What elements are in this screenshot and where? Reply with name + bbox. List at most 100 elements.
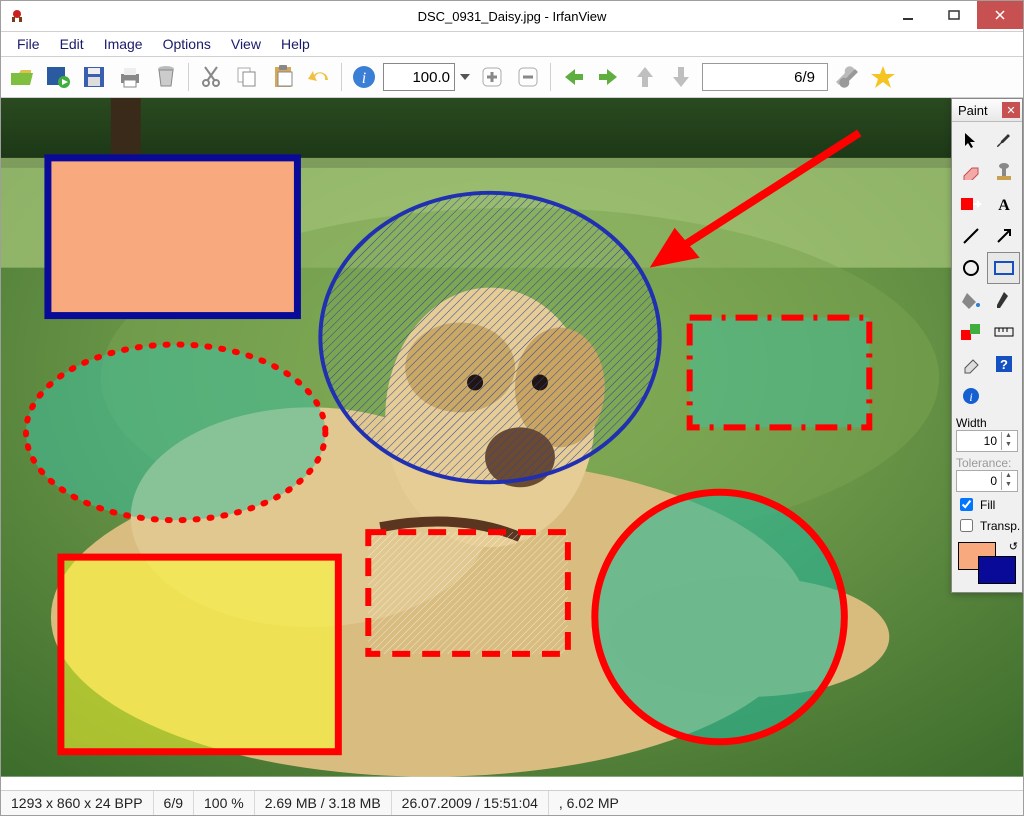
zoom-dropdown[interactable] bbox=[457, 63, 473, 91]
pen-icon bbox=[995, 290, 1013, 310]
annotation-circle-teal bbox=[595, 492, 845, 742]
status-zoom: 100 % bbox=[194, 791, 255, 815]
menu-help[interactable]: Help bbox=[273, 34, 318, 54]
window-title: DSC_0931_Daisy.jpg - IrfanView bbox=[1, 9, 1023, 24]
tool-eraser[interactable] bbox=[954, 156, 987, 188]
svg-text:i: i bbox=[969, 390, 972, 404]
swap-colors-icon bbox=[960, 322, 982, 342]
scissors-icon bbox=[200, 65, 222, 89]
delete-button[interactable] bbox=[149, 60, 183, 94]
menu-file[interactable]: File bbox=[9, 34, 48, 54]
tool-rotate[interactable] bbox=[954, 188, 987, 220]
slideshow-button[interactable] bbox=[41, 60, 75, 94]
cut-button[interactable] bbox=[194, 60, 228, 94]
color-swatches: ↺ bbox=[956, 540, 1018, 586]
svg-text:i: i bbox=[362, 70, 366, 87]
print-button[interactable] bbox=[113, 60, 147, 94]
chevron-down-icon bbox=[460, 74, 470, 80]
width-input[interactable] bbox=[957, 433, 1001, 449]
info-icon: i bbox=[351, 64, 377, 90]
transp-checkbox-row[interactable]: Transp. bbox=[952, 515, 1022, 536]
arrow-down-icon bbox=[670, 65, 692, 89]
annotation-rect-yellow bbox=[61, 557, 338, 752]
status-megapixels: , 6.02 MP bbox=[549, 791, 1023, 815]
image-index-input[interactable]: 6/9 bbox=[702, 63, 828, 91]
tool-fill[interactable] bbox=[954, 284, 987, 316]
paint-panel-close-button[interactable]: ✕ bbox=[1002, 102, 1020, 118]
wrench-icon bbox=[834, 64, 860, 90]
next-button[interactable] bbox=[592, 60, 626, 94]
tol-down[interactable]: ▼ bbox=[1001, 481, 1015, 490]
image-canvas-area[interactable]: Paint ✕ A ? i bbox=[1, 98, 1023, 790]
width-spinner[interactable]: ▲▼ bbox=[956, 430, 1018, 452]
arrow-up-icon bbox=[634, 65, 656, 89]
tool-text[interactable]: A bbox=[987, 188, 1020, 220]
tool-info[interactable]: i bbox=[954, 380, 987, 412]
fill-checkbox-row[interactable]: Fill bbox=[952, 494, 1022, 515]
status-bar: 1293 x 860 x 24 BPP 6/9 100 % 2.69 MB / … bbox=[1, 790, 1023, 815]
menu-image[interactable]: Image bbox=[96, 34, 151, 54]
up-button[interactable] bbox=[628, 60, 662, 94]
tool-rectangle[interactable] bbox=[987, 252, 1020, 284]
printer-icon bbox=[117, 65, 143, 89]
tolerance-spinner[interactable]: ▲▼ bbox=[956, 470, 1018, 492]
tool-pen[interactable] bbox=[987, 284, 1020, 316]
paint-panel[interactable]: Paint ✕ A ? i bbox=[951, 98, 1023, 593]
tool-arrow[interactable] bbox=[987, 220, 1020, 252]
tool-erase-sel[interactable] bbox=[954, 348, 987, 380]
tool-empty bbox=[987, 380, 1020, 412]
close-button[interactable] bbox=[977, 1, 1023, 29]
menu-view[interactable]: View bbox=[223, 34, 269, 54]
tool-clone[interactable] bbox=[987, 156, 1020, 188]
folder-open-icon bbox=[9, 66, 35, 88]
transp-checkbox[interactable] bbox=[960, 519, 973, 532]
width-up[interactable]: ▲ bbox=[1001, 432, 1015, 441]
prev-button[interactable] bbox=[556, 60, 590, 94]
swap-colors-button[interactable]: ↺ bbox=[1009, 540, 1018, 553]
rectangle-icon bbox=[993, 260, 1015, 276]
tool-pointer[interactable] bbox=[954, 124, 987, 156]
zoom-value: 100.0 bbox=[412, 69, 450, 86]
save-button[interactable] bbox=[77, 60, 111, 94]
tolerance-input[interactable] bbox=[957, 473, 1001, 489]
svg-text:A: A bbox=[998, 197, 1010, 213]
copy-button[interactable] bbox=[230, 60, 264, 94]
zoom-input[interactable]: 100.0 bbox=[383, 63, 455, 91]
title-bar: DSC_0931_Daisy.jpg - IrfanView bbox=[1, 1, 1023, 32]
paste-button[interactable] bbox=[266, 60, 300, 94]
tool-ellipse[interactable] bbox=[954, 252, 987, 284]
tool-brush[interactable] bbox=[987, 124, 1020, 156]
background-color-swatch[interactable] bbox=[978, 556, 1016, 584]
ellipse-icon bbox=[961, 259, 981, 277]
floppy-icon bbox=[82, 65, 106, 89]
open-button[interactable] bbox=[5, 60, 39, 94]
fill-checkbox[interactable] bbox=[960, 498, 973, 511]
zoom-out-button[interactable] bbox=[511, 60, 545, 94]
width-label: Width bbox=[956, 416, 1018, 430]
favorite-button[interactable] bbox=[866, 60, 900, 94]
paint-panel-title: Paint bbox=[958, 103, 988, 118]
tool-help[interactable]: ? bbox=[987, 348, 1020, 380]
undo-button[interactable] bbox=[302, 60, 336, 94]
brush-icon bbox=[994, 130, 1014, 150]
tool-colorreplace[interactable] bbox=[954, 316, 987, 348]
down-button[interactable] bbox=[664, 60, 698, 94]
transp-label: Transp. bbox=[980, 519, 1020, 533]
maximize-button[interactable] bbox=[931, 1, 977, 29]
width-down[interactable]: ▼ bbox=[1001, 441, 1015, 450]
status-index: 6/9 bbox=[154, 791, 194, 815]
rotate-icon bbox=[960, 195, 982, 213]
minimize-button[interactable] bbox=[885, 1, 931, 29]
zoom-in-button[interactable] bbox=[475, 60, 509, 94]
paint-tool-grid: A ? i bbox=[952, 122, 1022, 414]
tol-up[interactable]: ▲ bbox=[1001, 472, 1015, 481]
tool-measure[interactable] bbox=[987, 316, 1020, 348]
fill-label: Fill bbox=[980, 498, 995, 512]
menu-edit[interactable]: Edit bbox=[52, 34, 92, 54]
info-button[interactable]: i bbox=[347, 60, 381, 94]
paint-panel-titlebar[interactable]: Paint ✕ bbox=[952, 99, 1022, 122]
tool-line[interactable] bbox=[954, 220, 987, 252]
bucket-icon bbox=[961, 290, 981, 310]
menu-options[interactable]: Options bbox=[155, 34, 219, 54]
settings-button[interactable] bbox=[830, 60, 864, 94]
